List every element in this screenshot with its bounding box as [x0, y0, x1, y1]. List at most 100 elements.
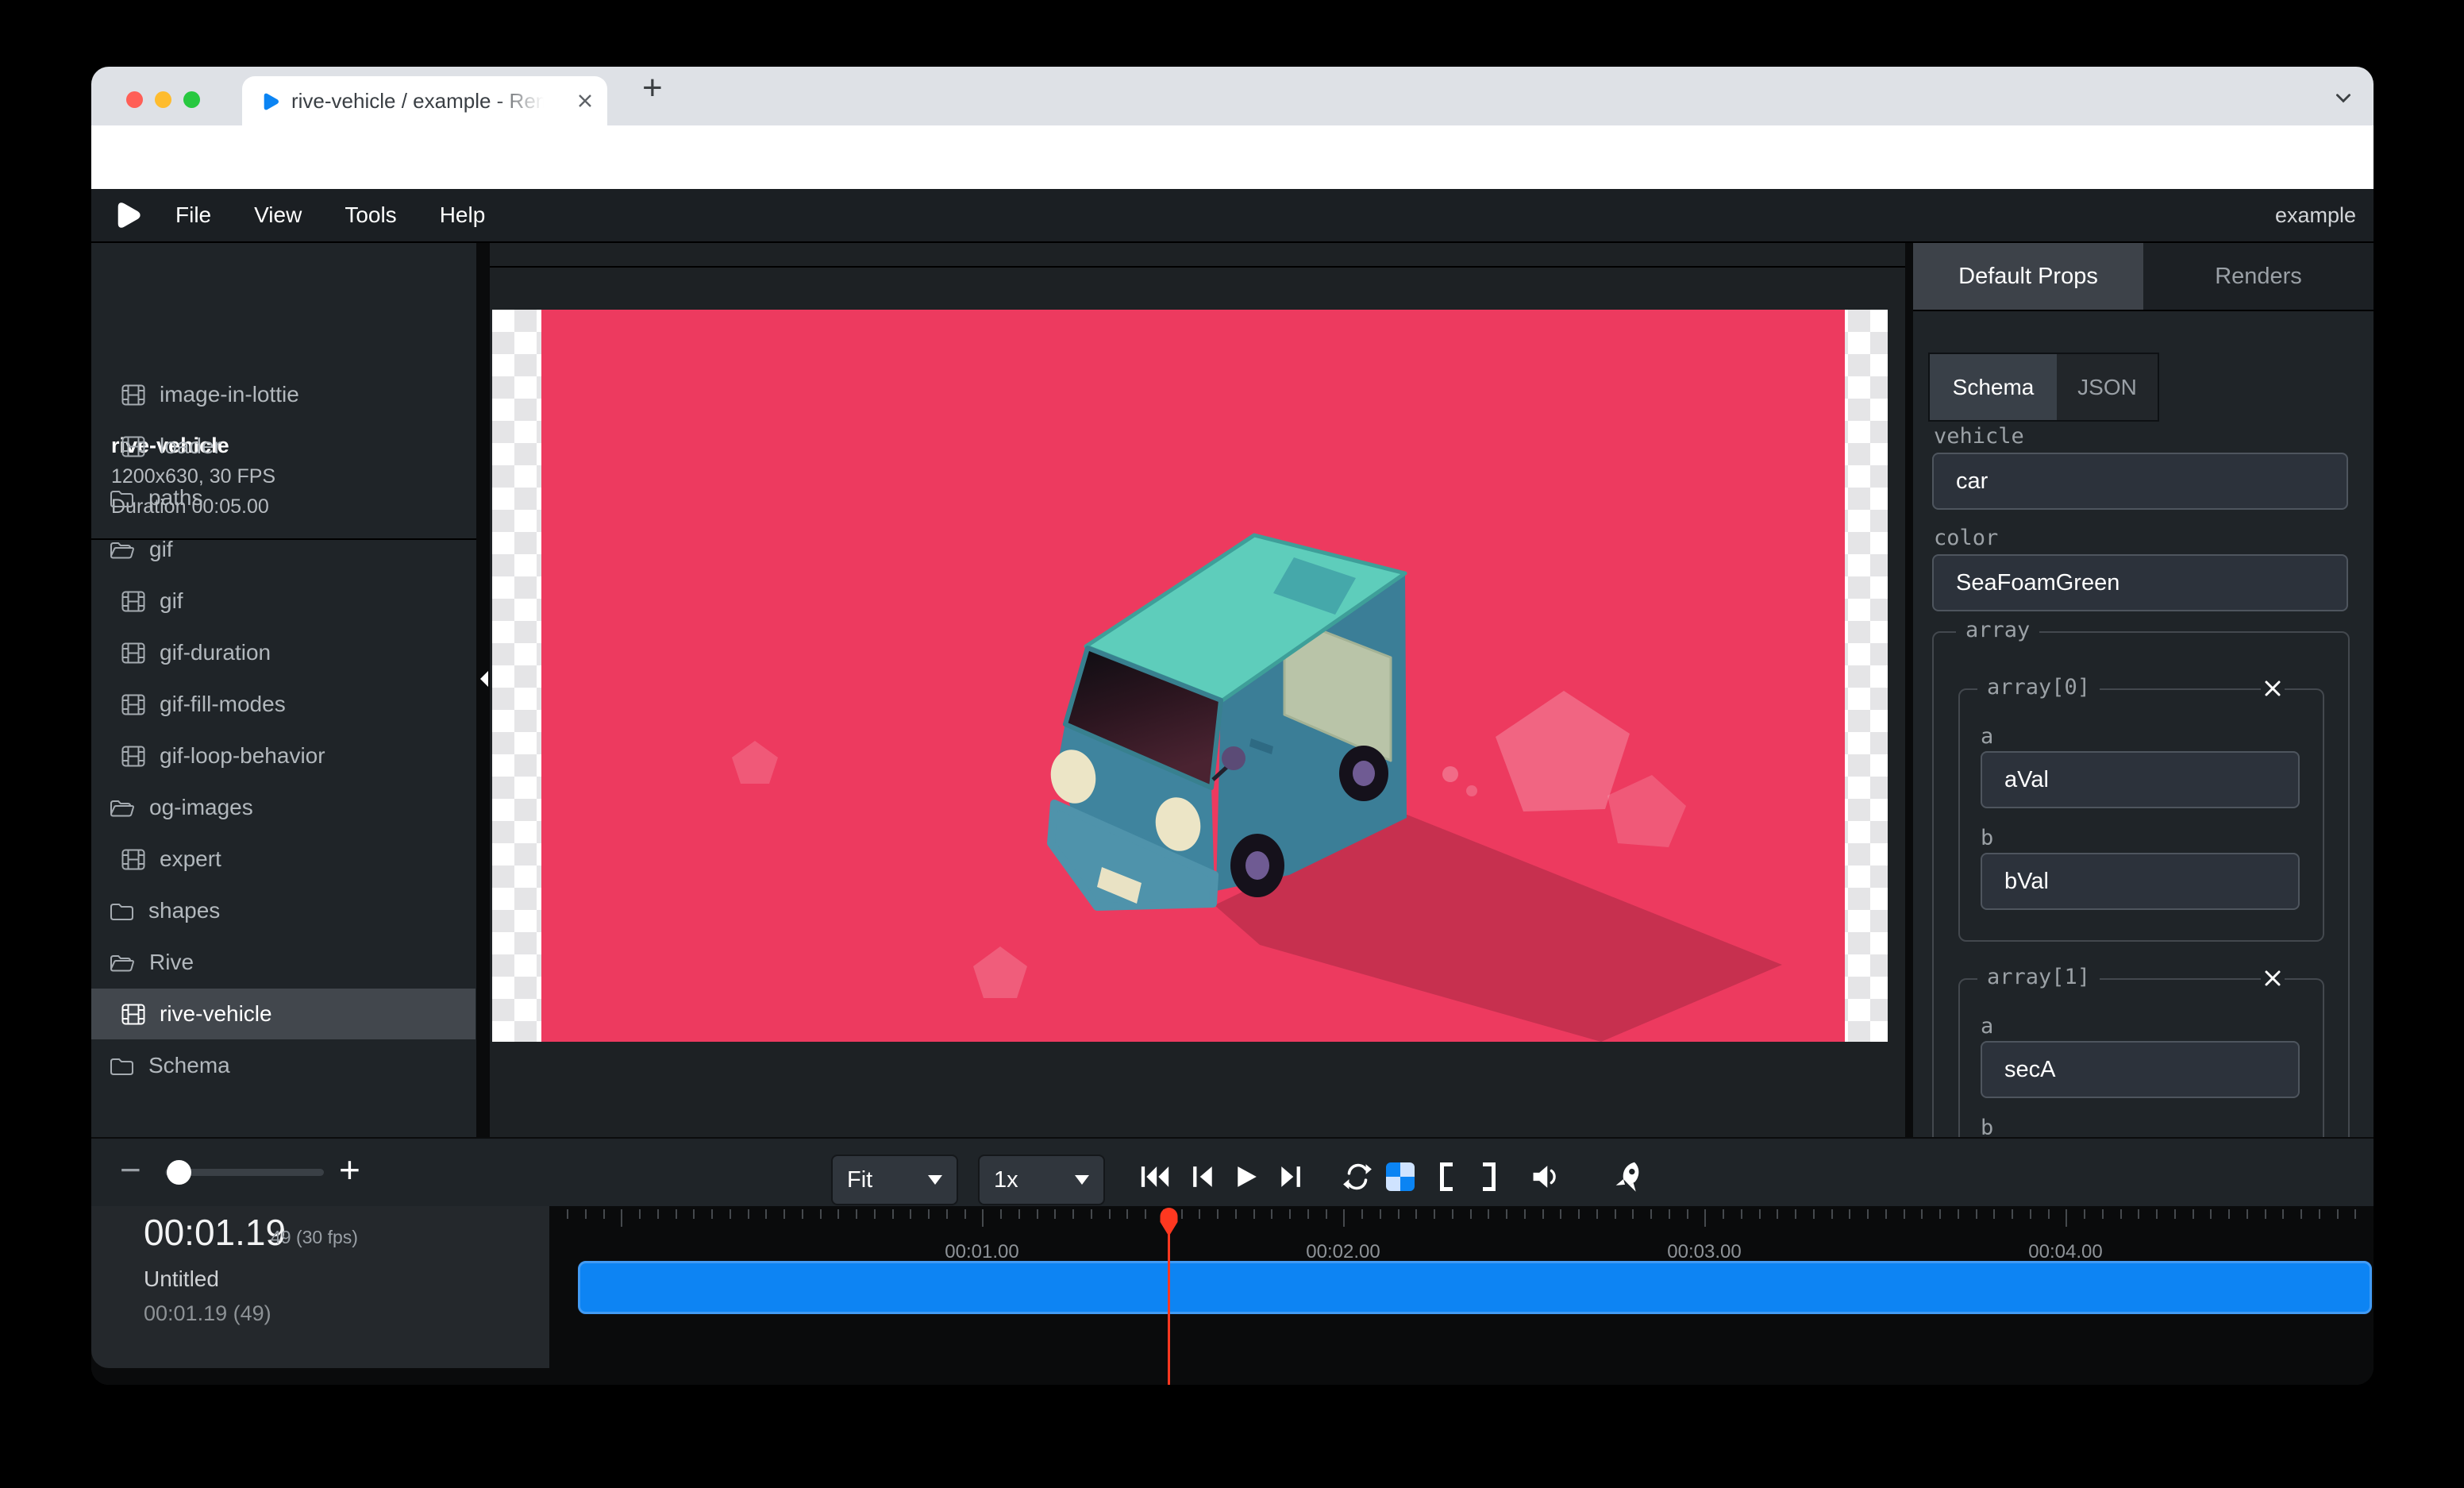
menu-file[interactable]: File: [175, 202, 211, 228]
folder-icon: [110, 1055, 134, 1077]
next-frame-button[interactable]: [1269, 1156, 1311, 1197]
menu-help[interactable]: Help: [440, 202, 486, 228]
current-timecode: 00:01.19: [144, 1211, 286, 1254]
sidebar-item-label: gif: [149, 537, 173, 562]
film-icon: [121, 642, 145, 664]
browser-address-bar: localhost:3000/rive-vehicle: [91, 125, 2374, 189]
vehicle-illustration: [541, 310, 1845, 1042]
sidebar-item-gif-loop-behavior[interactable]: gif-loop-behavior: [91, 731, 475, 781]
sidebar-item-gif[interactable]: gif: [91, 576, 475, 626]
array-0-a-input[interactable]: aVal: [1981, 751, 2300, 808]
set-out-point-button[interactable]: [1469, 1156, 1510, 1197]
tab-search-chevron-icon[interactable]: [2333, 87, 2354, 108]
sidebar-item-rive-vehicle[interactable]: rive-vehicle: [91, 989, 475, 1039]
sidebar-item-label: Rive: [149, 950, 194, 975]
remove-array-item-0-icon[interactable]: [2261, 677, 2285, 700]
divider: [1913, 310, 2374, 311]
checkerboard-icon: [1386, 1162, 1415, 1191]
field-label-b: b: [1981, 826, 1993, 850]
film-icon: [121, 849, 145, 870]
composition-canvas[interactable]: [541, 310, 1845, 1042]
sidebar-item-label: gif: [160, 588, 183, 614]
previous-frame-button[interactable]: [1183, 1156, 1224, 1197]
render-rocket-button[interactable]: [1609, 1156, 1650, 1197]
props-panel: Default Props Renders Schema JSON vehicl…: [1913, 243, 2374, 1137]
timeline-track-area[interactable]: 00:01.00 00:02.00 00:03.00 00:04.00: [551, 1206, 2374, 1385]
sidebar-item-gif-folder[interactable]: gif: [91, 524, 475, 575]
menu-tools[interactable]: Tools: [345, 202, 396, 228]
array-legend: array: [1956, 618, 2039, 642]
folder-open-icon: [110, 797, 135, 819]
film-icon: [121, 746, 145, 767]
film-icon: [121, 1004, 145, 1025]
schema-json-toggle: Schema JSON: [1928, 353, 2159, 422]
tab-default-props[interactable]: Default Props: [1913, 243, 2143, 310]
menu-view[interactable]: View: [254, 202, 302, 228]
playhead-handle[interactable]: [1158, 1206, 1180, 1238]
maximize-window-button[interactable]: [183, 91, 200, 108]
sidebar-item-label: gif-loop-behavior: [160, 743, 325, 769]
transparency-toggle-button[interactable]: [1380, 1156, 1421, 1197]
track-range: 00:01.19 (49): [144, 1301, 271, 1326]
current-frame-info: 49 (30 fps): [271, 1227, 358, 1248]
toggle-json[interactable]: JSON: [2057, 354, 2158, 420]
collapse-left-panel-button[interactable]: [476, 667, 491, 691]
sidebar-item-shapes[interactable]: shapes: [91, 885, 475, 936]
ruler-label: 00:01.00: [945, 1241, 1018, 1263]
timeline-track-bar[interactable]: [578, 1261, 2372, 1314]
fit-dropdown[interactable]: Fit: [831, 1155, 958, 1205]
divider: [490, 266, 1905, 268]
ruler-label: 00:04.00: [2028, 1241, 2102, 1263]
playback-speed-dropdown[interactable]: 1x: [978, 1155, 1105, 1205]
folder-icon: [110, 900, 134, 922]
sidebar-item-rive-folder[interactable]: Rive: [91, 937, 475, 988]
zoom-out-button[interactable]: −: [120, 1148, 141, 1191]
sidebar-item-label: rive-vehicle: [160, 1001, 272, 1027]
remove-array-item-1-icon[interactable]: [2261, 966, 2285, 990]
speed-dropdown-value: 1x: [994, 1167, 1018, 1193]
sidebar-item-gif-duration[interactable]: gif-duration: [91, 627, 475, 678]
sidebar-item-label: gif-duration: [160, 640, 271, 665]
volume-button[interactable]: [1526, 1156, 1567, 1197]
folder-open-icon: [110, 952, 135, 973]
set-in-point-button[interactable]: [1426, 1156, 1467, 1197]
toggle-schema[interactable]: Schema: [1930, 354, 2057, 420]
sidebar-item-gif-fill-modes[interactable]: gif-fill-modes: [91, 679, 475, 730]
sidebar-item-loader[interactable]: loader: [91, 421, 475, 472]
sidebar-item-paths[interactable]: paths: [91, 472, 475, 523]
tab-close-icon[interactable]: [576, 91, 595, 110]
sidebar-item-label: loader: [160, 434, 221, 459]
sidebar-item-label: og-images: [149, 795, 253, 820]
bundle-name-label: example: [2275, 203, 2356, 228]
film-icon: [121, 384, 145, 406]
zoom-slider-thumb[interactable]: [167, 1160, 191, 1185]
folder-icon: [110, 488, 134, 509]
new-tab-button[interactable]: +: [642, 68, 663, 108]
array-item-1-legend: array[1]: [1977, 965, 2100, 989]
play-button[interactable]: [1226, 1156, 1267, 1197]
sidebar-item-og-images[interactable]: og-images: [91, 782, 475, 833]
close-window-button[interactable]: [126, 91, 143, 108]
film-icon: [121, 591, 145, 612]
timeline-info-panel: 00:01.19 49 (30 fps) Untitled 00:01.19 (…: [91, 1206, 549, 1368]
zoom-in-button[interactable]: +: [339, 1148, 360, 1191]
remotion-logo-icon[interactable]: [112, 200, 142, 230]
browser-tab[interactable]: rive-vehicle / example - Remoti: [242, 76, 607, 125]
array-1-a-input[interactable]: secA: [1981, 1041, 2300, 1098]
chevron-down-icon: [928, 1175, 942, 1185]
jump-to-start-button[interactable]: [1134, 1156, 1176, 1197]
minimize-window-button[interactable]: [155, 91, 171, 108]
browser-window: rive-vehicle / example - Remoti + localh…: [91, 67, 2374, 1385]
vehicle-input[interactable]: car: [1932, 453, 2348, 510]
loop-toggle-button[interactable]: [1337, 1156, 1378, 1197]
sidebar-item-schema[interactable]: Schema: [91, 1040, 475, 1091]
sidebar-item-expert[interactable]: expert: [91, 834, 475, 885]
tab-renders[interactable]: Renders: [2143, 243, 2374, 310]
field-label-vehicle: vehicle: [1934, 424, 2024, 449]
sidebar-item-label: paths: [148, 485, 203, 511]
color-input[interactable]: SeaFoamGreen: [1932, 554, 2348, 611]
sidebar-item-image-in-lottie[interactable]: image-in-lottie: [91, 369, 475, 420]
film-icon: [121, 436, 145, 457]
array-0-b-input[interactable]: bVal: [1981, 853, 2300, 910]
timeline: 00:01.19 49 (30 fps) Untitled 00:01.19 (…: [91, 1206, 2374, 1385]
